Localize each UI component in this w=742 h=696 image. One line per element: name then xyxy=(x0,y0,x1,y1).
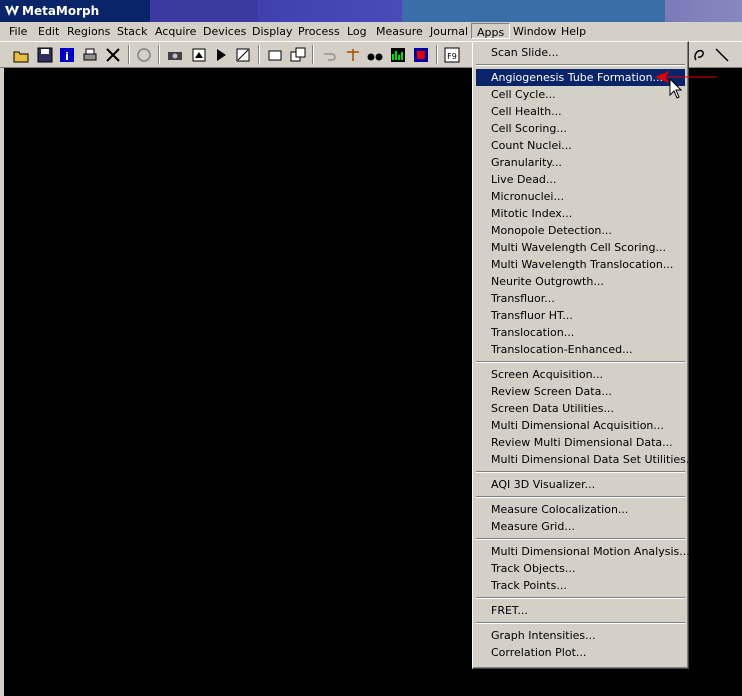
info-icon[interactable]: i xyxy=(58,46,76,64)
menu-separator xyxy=(476,361,685,363)
menu-item-cell-health[interactable]: Cell Health... xyxy=(476,103,685,120)
open-folder-icon[interactable] xyxy=(12,46,30,64)
menu-item-angiogenesis-tube-formation[interactable]: Angiogenesis Tube Formation... xyxy=(476,69,685,86)
menu-apps[interactable]: Apps xyxy=(471,23,511,39)
menu-item-multi-dimensional-motion-analysis[interactable]: Multi Dimensional Motion Analysis... xyxy=(476,543,690,560)
menu-separator xyxy=(476,64,685,66)
toolbar-separator xyxy=(312,45,314,64)
menu-log[interactable]: Log xyxy=(347,25,367,38)
menu-window[interactable]: Window xyxy=(513,25,556,38)
histogram-icon[interactable] xyxy=(389,46,407,64)
camera-icon[interactable] xyxy=(166,46,184,64)
menu-help[interactable]: Help xyxy=(561,25,586,38)
region-tool-icon[interactable] xyxy=(266,46,284,64)
menu-item-track-points[interactable]: Track Points... xyxy=(476,577,685,594)
line-icon[interactable] xyxy=(713,46,731,64)
menu-separator xyxy=(476,471,685,473)
menu-item-transfluor-ht[interactable]: Transfluor HT... xyxy=(476,307,685,324)
reset-icon[interactable] xyxy=(135,46,153,64)
menu-item-translocation-enhanced[interactable]: Translocation-Enhanced... xyxy=(476,341,685,358)
menu-item-neurite-outgrowth[interactable]: Neurite Outgrowth... xyxy=(476,273,685,290)
menu-item-multi-dimensional-data-set-utilities[interactable]: Multi Dimensional Data Set Utilities... xyxy=(476,451,696,468)
image-settings-icon[interactable] xyxy=(234,46,252,64)
menu-item-live-dead[interactable]: Live Dead... xyxy=(476,171,685,188)
menu-item-multi-wavelength-translocation[interactable]: Multi Wavelength Translocation... xyxy=(476,256,685,273)
mouse-cursor-icon xyxy=(669,78,683,99)
menu-separator xyxy=(476,597,685,599)
menu-item-track-objects[interactable]: Track Objects... xyxy=(476,560,685,577)
toolbar-separator xyxy=(158,45,160,64)
menu-item-review-screen-data[interactable]: Review Screen Data... xyxy=(476,383,685,400)
save-icon[interactable] xyxy=(36,46,54,64)
menu-acquire[interactable]: Acquire xyxy=(155,25,196,38)
menu-regions[interactable]: Regions xyxy=(67,25,110,38)
menu-stack[interactable]: Stack xyxy=(117,25,147,38)
close-x-icon[interactable] xyxy=(104,46,122,64)
menu-item-granularity[interactable]: Granularity... xyxy=(476,154,685,171)
lasso-icon[interactable] xyxy=(690,46,708,64)
menu-item-transfluor[interactable]: Transfluor... xyxy=(476,290,685,307)
svg-text:i: i xyxy=(65,50,69,63)
toolbar-separator xyxy=(128,45,130,64)
menu-item-translocation[interactable]: Translocation... xyxy=(476,324,685,341)
menu-item-mitotic-index[interactable]: Mitotic Index... xyxy=(476,205,685,222)
title-bar: MetaMorph xyxy=(0,0,742,22)
apps-dropdown-menu: Scan Slide... Angiogenesis Tube Formation… xyxy=(472,41,696,669)
menu-item-multi-wavelength-cell-scoring[interactable]: Multi Wavelength Cell Scoring... xyxy=(476,239,685,256)
menu-item-cell-scoring[interactable]: Cell Scoring... xyxy=(476,120,685,137)
menu-item-cell-cycle[interactable]: Cell Cycle... xyxy=(476,86,685,103)
acquire-icon[interactable] xyxy=(190,46,208,64)
menu-item-monopole-detection[interactable]: Monopole Detection... xyxy=(476,222,685,239)
menu-measure[interactable]: Measure xyxy=(376,25,423,38)
menu-item-measure-grid[interactable]: Measure Grid... xyxy=(476,518,685,535)
menu-item-multi-dimensional-acquisition[interactable]: Multi Dimensional Acquisition... xyxy=(476,417,685,434)
metamorph-logo-icon xyxy=(5,5,19,16)
f9-icon[interactable]: F9 xyxy=(443,46,461,64)
toolbar-separator xyxy=(436,45,438,64)
menu-item-scan-slide[interactable]: Scan Slide... xyxy=(476,44,685,61)
print-icon[interactable] xyxy=(81,46,99,64)
region-copy-icon[interactable] xyxy=(289,46,307,64)
menu-edit[interactable]: Edit xyxy=(38,25,59,38)
palette-icon[interactable] xyxy=(412,46,430,64)
menu-item-aqi-3d-visualizer[interactable]: AQI 3D Visualizer... xyxy=(476,476,685,493)
menu-item-correlation-plot[interactable]: Correlation Plot... xyxy=(476,644,685,661)
svg-text:F9: F9 xyxy=(447,52,457,61)
menu-item-micronuclei[interactable]: Micronuclei... xyxy=(476,188,685,205)
stream-icon[interactable] xyxy=(212,46,230,64)
menu-file[interactable]: File xyxy=(9,25,27,38)
menu-separator xyxy=(476,538,685,540)
undo-icon[interactable] xyxy=(320,46,338,64)
menu-bar: File Edit Regions Stack Acquire Devices Displa… xyxy=(0,22,742,41)
scale-icon[interactable] xyxy=(344,46,362,64)
toolbar-separator xyxy=(258,45,260,64)
menu-process[interactable]: Process xyxy=(298,25,340,38)
menu-separator xyxy=(476,496,685,498)
menu-item-measure-colocalization[interactable]: Measure Colocalization... xyxy=(476,501,685,518)
menu-devices[interactable]: Devices xyxy=(203,25,246,38)
annotation-arrow-icon xyxy=(655,71,717,83)
menu-display[interactable]: Display xyxy=(252,25,293,38)
menu-item-count-nuclei[interactable]: Count Nuclei... xyxy=(476,137,685,154)
menu-item-review-multi-dimensional-data[interactable]: Review Multi Dimensional Data... xyxy=(476,434,685,451)
menu-separator xyxy=(476,622,685,624)
menu-item-screen-acquisition[interactable]: Screen Acquisition... xyxy=(476,366,685,383)
menu-item-graph-intensities[interactable]: Graph Intensities... xyxy=(476,627,685,644)
menu-item-fret[interactable]: FRET... xyxy=(476,602,685,619)
menu-item-screen-data-utilities[interactable]: Screen Data Utilities... xyxy=(476,400,685,417)
binoculars-icon[interactable] xyxy=(366,46,384,64)
window-title: MetaMorph xyxy=(22,4,100,18)
menu-journal[interactable]: Journal xyxy=(430,25,468,38)
